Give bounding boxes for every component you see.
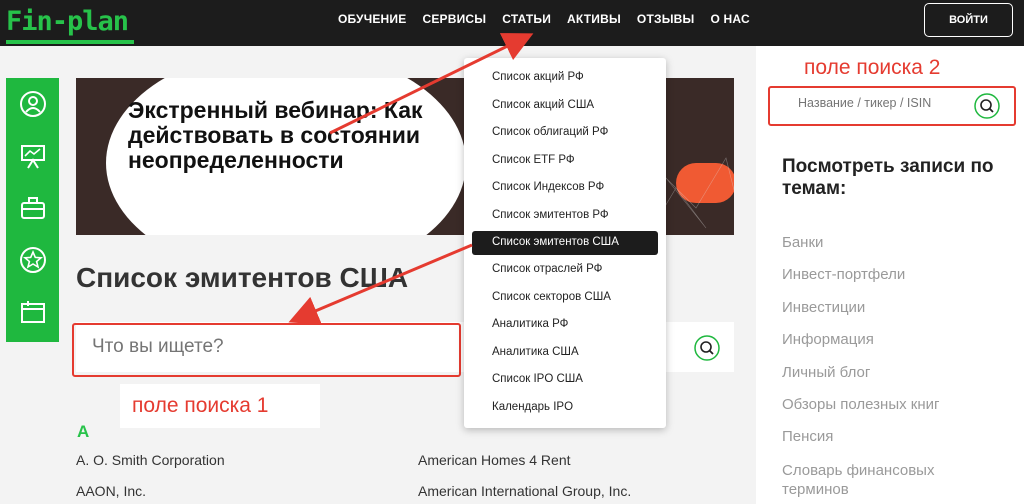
menu-item[interactable]: Аналитика США [492,346,579,358]
menu-item[interactable]: Календарь IPO [492,401,573,413]
menu-item[interactable]: Список эмитентов РФ [492,209,609,221]
left-sidebar [6,78,59,342]
logo[interactable]: Fin-plan [6,6,129,37]
annotation-label-search-1: поле поиска 1 [120,384,320,428]
topic-link[interactable]: Информация [782,331,874,348]
menu-item[interactable]: Список облигаций РФ [492,126,608,138]
topic-link[interactable]: Личный блог [782,364,870,381]
nav-item-reviews[interactable]: ОТЗЫВЫ [637,12,695,26]
topic-link[interactable]: Банки [782,234,823,251]
login-button[interactable]: ВОЙТИ [924,3,1013,37]
topic-link[interactable]: Обзоры полезных книг [782,396,939,413]
menu-item-label: Список эмитентов США [492,236,619,248]
menu-item-active[interactable]: Список эмитентов США [472,231,658,255]
topic-link[interactable]: Инвестиции [782,299,865,316]
menu-item[interactable]: Список акций США [492,99,594,111]
topic-link[interactable]: Инвест-портфели [782,266,905,283]
menu-item[interactable]: Аналитика РФ [492,318,568,330]
topics-heading: Посмотреть записи по темам: [782,156,994,199]
top-bar: Fin-plan ОБУЧЕНИЕ СЕРВИСЫ СТАТЬИ АКТИВЫ … [0,0,1024,46]
folder-icon[interactable] [19,298,47,326]
menu-item[interactable]: Список ETF РФ [492,154,575,166]
banner-headline: Экстренный вебинар: Как действовать в со… [128,97,423,173]
briefcase-icon[interactable] [19,194,47,222]
nav-item-services[interactable]: СЕРВИСЫ [422,12,486,26]
menu-item[interactable]: Список акций РФ [492,71,584,83]
list-item[interactable]: AAON, Inc. [76,483,146,499]
topic-link[interactable]: Словарь финансовых терминов [782,461,982,499]
nav-item-about[interactable]: О НАС [710,12,749,26]
letter-heading: A [77,422,90,441]
search-icon[interactable] [694,335,720,361]
main-nav: ОБУЧЕНИЕ СЕРВИСЫ СТАТЬИ АКТИВЫ ОТЗЫВЫ О … [338,12,766,26]
star-icon[interactable] [19,246,47,274]
logo-underline [6,40,134,44]
menu-item[interactable]: Список Индексов РФ [492,181,604,193]
list-item[interactable]: A. O. Smith Corporation [76,452,225,468]
presentation-icon[interactable] [19,142,47,170]
topic-link[interactable]: Пенсия [782,428,833,445]
annotation-box-search-2 [768,86,1016,126]
list-item[interactable]: American Homes 4 Rent [418,452,571,468]
menu-item[interactable]: Список IPO США [492,373,583,385]
nav-item-articles[interactable]: СТАТЬИ [502,12,551,26]
page-title: Список эмитентов США [76,262,409,293]
annotation-box-search-1 [72,323,461,377]
nav-item-assets[interactable]: АКТИВЫ [567,12,621,26]
nav-item-education[interactable]: ОБУЧЕНИЕ [338,12,406,26]
menu-item[interactable]: Список отраслей РФ [492,263,602,275]
menu-item[interactable]: Список секторов США [492,291,611,303]
annotation-label-search-2: поле поиска 2 [804,56,941,79]
assets-dropdown-menu: Список акций РФ Список акций США Список … [464,58,666,428]
user-icon[interactable] [19,90,47,118]
list-item[interactable]: American International Group, Inc. [418,483,631,499]
